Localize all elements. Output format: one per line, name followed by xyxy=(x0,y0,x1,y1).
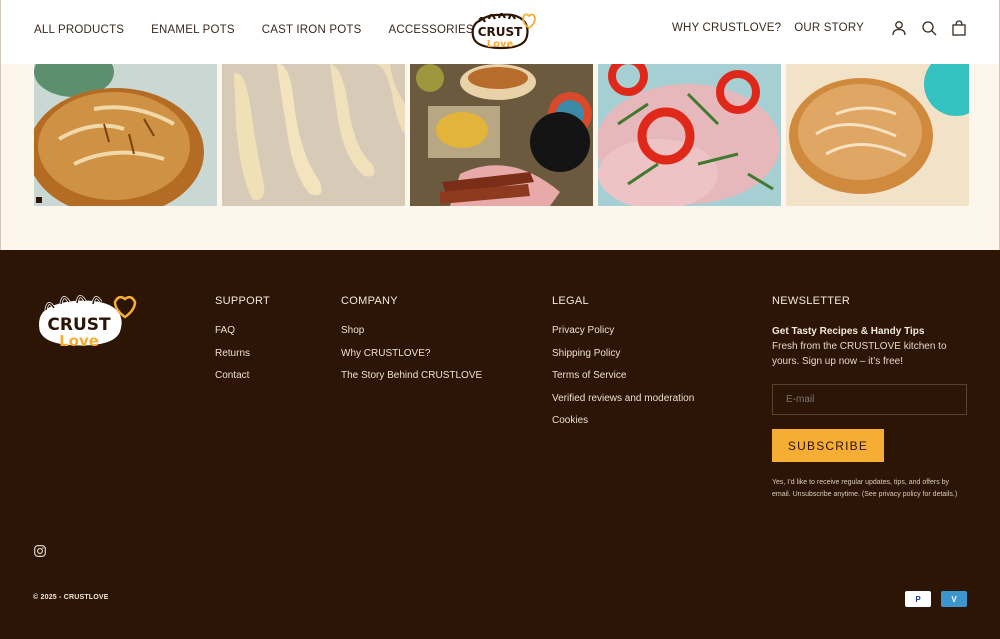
legal-column: LEGAL Privacy Policy Shipping Policy Ter… xyxy=(552,295,694,438)
footer-link-shop[interactable]: Shop xyxy=(341,325,482,338)
instagram-gallery xyxy=(0,64,1000,250)
nav-why-crustlove[interactable]: WHY CRUSTLOVE? xyxy=(672,22,781,34)
footer-link-faq[interactable]: FAQ xyxy=(215,325,270,338)
newsletter-column: NEWSLETTER Get Tasty Recipes & Handy Tip… xyxy=(772,295,972,369)
nav-cast-iron-pots[interactable]: CAST IRON POTS xyxy=(262,24,362,36)
footer-link-story[interactable]: The Story Behind CRUSTLOVE xyxy=(341,370,482,383)
gallery-image-ham-peppers[interactable] xyxy=(598,64,781,206)
legal-heading: LEGAL xyxy=(552,295,589,307)
footer-link-why-crustlove[interactable]: Why CRUSTLOVE? xyxy=(341,348,482,361)
nav-our-story[interactable]: OUR STORY xyxy=(794,22,864,34)
secondary-nav: WHY CRUSTLOVE? OUR STORY xyxy=(672,20,967,36)
footer-link-terms[interactable]: Terms of Service xyxy=(552,370,694,383)
cart-icon[interactable] xyxy=(951,20,967,36)
gallery-image-bread-loaf[interactable] xyxy=(34,64,217,206)
footer-link-cookies[interactable]: Cookies xyxy=(552,415,694,428)
nav-enamel-pots[interactable]: ENAMEL POTS xyxy=(151,24,235,36)
svg-text:Love: Love xyxy=(59,332,99,350)
footer-link-shipping[interactable]: Shipping Policy xyxy=(552,348,694,361)
nav-all-products[interactable]: ALL PRODUCTS xyxy=(34,24,124,36)
instagram-icon[interactable] xyxy=(34,545,46,557)
nav-accessories[interactable]: ACCESSORIES xyxy=(388,24,473,36)
newsletter-subheading: Get Tasty Recipes & Handy Tips xyxy=(772,326,925,337)
gallery-image-breakfast-spread[interactable] xyxy=(410,64,593,206)
copyright: © 2025 - CRUSTLOVE xyxy=(33,594,109,601)
footer-link-privacy[interactable]: Privacy Policy xyxy=(552,325,694,338)
account-icon[interactable] xyxy=(891,20,907,36)
newsletter-heading: NEWSLETTER xyxy=(772,295,851,307)
main-nav: ALL PRODUCTS ENAMEL POTS CAST IRON POTS … xyxy=(34,24,501,36)
crustlove-logo[interactable]: CRUST Love xyxy=(467,10,537,54)
newsletter-consent-text: Yes, I’d like to receive regular updates… xyxy=(772,479,958,498)
newsletter-description: Fresh from the CRUSTLOVE kitchen to your… xyxy=(772,341,947,367)
company-heading: COMPANY xyxy=(341,295,398,307)
venmo-icon: V xyxy=(941,591,967,607)
footer-logo[interactable]: CRUST Love xyxy=(33,292,137,354)
support-column: SUPPORT FAQ Returns Contact xyxy=(215,295,270,393)
footer-link-reviews[interactable]: Verified reviews and moderation xyxy=(552,393,694,406)
support-heading: SUPPORT xyxy=(215,295,271,307)
paypal-icon: P xyxy=(905,591,931,607)
svg-text:Love: Love xyxy=(487,39,514,50)
search-icon[interactable] xyxy=(921,20,937,36)
newsletter-email-input[interactable] xyxy=(772,384,967,415)
site-footer: CRUST Love SUPPORT FAQ Returns Contact C… xyxy=(0,250,1000,639)
footer-link-returns[interactable]: Returns xyxy=(215,348,270,361)
gallery-image-baguettes[interactable] xyxy=(222,64,405,206)
gallery-image-scored-bread[interactable] xyxy=(786,64,969,206)
paypal-icon-letter: P xyxy=(915,594,921,604)
venmo-icon-letter: V xyxy=(951,594,957,604)
site-header: ALL PRODUCTS ENAMEL POTS CAST IRON POTS … xyxy=(0,0,1000,64)
company-column: COMPANY Shop Why CRUSTLOVE? The Story Be… xyxy=(341,295,482,393)
subscribe-button[interactable]: SUBSCRIBE xyxy=(772,429,884,462)
footer-link-contact[interactable]: Contact xyxy=(215,370,270,383)
svg-text:CRUST: CRUST xyxy=(478,25,523,39)
